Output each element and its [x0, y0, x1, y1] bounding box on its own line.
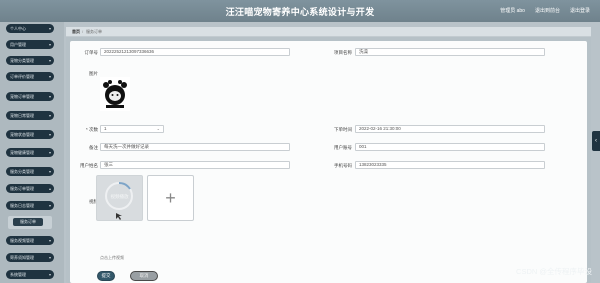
top-header: 汪汪喵宠物寄养中心系统设计与开发 管理员 abo 退出到前台 退出登录 — [0, 0, 600, 22]
user-name-field[interactable]: 张三 — [100, 161, 290, 169]
sidebar-item-label: 服务视频管理 — [10, 238, 34, 243]
collapse-panel-icon[interactable]: ‹ — [592, 131, 600, 151]
sidebar-item-order-review[interactable]: 订单评价管理 ▾ — [6, 72, 54, 81]
form-card: 订单号 20222521213097336636 项目名称 洗澡 图片 * 次数… — [70, 41, 587, 283]
service-name-field[interactable]: 洗澡 — [355, 48, 545, 56]
sidebar-item-pet-health[interactable]: 宠物健康管理 ▾ — [6, 148, 54, 157]
chevron-down-icon: ▾ — [48, 255, 51, 260]
pet-image — [103, 80, 127, 108]
sidebar-item-label: 订单评价管理 — [10, 74, 34, 79]
cancel-button[interactable]: 取消 — [130, 271, 158, 281]
sidebar-item-pet-daily[interactable]: 宠物日常管理 ▾ — [6, 111, 54, 120]
chevron-down-icon: ▾ — [48, 203, 51, 208]
breadcrumb-home[interactable]: 首页 — [72, 29, 80, 35]
count-value: 1 — [104, 126, 107, 131]
breadcrumb-separator: / — [82, 29, 84, 34]
sidebar-item-label: 寄养须知管理 — [10, 255, 34, 260]
video-preview[interactable]: 视频播放 — [96, 175, 143, 221]
count-label: * 次数 — [85, 127, 98, 132]
sidebar-item-label: 用户管理 — [10, 42, 26, 47]
sidebar-item-notice[interactable]: 寄养须知管理 ▾ — [6, 253, 54, 262]
user-label: 管理员 abo — [500, 8, 525, 14]
watermark: CSDN @全传程序毕设 — [516, 267, 592, 276]
sidebar-item-service-order[interactable]: 服务订单管理 ▴ — [6, 184, 54, 193]
sidebar-item-service-category[interactable]: 服务分类管理 ▾ — [6, 167, 54, 176]
phone-label: 手机号码 — [334, 163, 352, 168]
sidebar-item-service-video[interactable]: 服务视频管理 ▾ — [6, 236, 54, 245]
sidebar-item-system[interactable]: 系统管理 ▾ — [6, 270, 54, 279]
chevron-down-icon: ▾ — [48, 94, 51, 99]
sidebar-item-label: 服务订单管理 — [10, 186, 34, 191]
sidebar-item-personal-center[interactable]: 个人中心 ▾ — [6, 24, 54, 33]
order-time-label: 下单时间 — [334, 127, 352, 132]
video-upload-button[interactable]: + — [147, 175, 194, 221]
sidebar-item-label: 宠物健康管理 — [10, 150, 34, 155]
sidebar-item-pet-order[interactable]: 宠物订单管理 ▾ — [6, 92, 54, 101]
submit-button[interactable]: 提交 — [97, 271, 115, 281]
chevron-down-icon: ▾ — [48, 26, 51, 31]
pet-picture — [100, 77, 130, 111]
chevron-up-icon: ▴ — [48, 186, 51, 191]
sidebar-item-label: 宠物分类管理 — [10, 58, 34, 63]
chevron-down-icon: ▾ — [48, 74, 51, 79]
sidebar-item-label: 服务日志管理 — [10, 203, 34, 208]
sidebar-item-label: 宠物订单管理 — [10, 94, 34, 99]
sidebar-item-label: 宠物状态管理 — [10, 132, 34, 137]
sidebar-item-service-log[interactable]: 服务日志管理 ▾ — [6, 201, 54, 210]
user-account-label: 用户账号 — [334, 145, 352, 150]
chevron-down-icon: ▾ — [48, 169, 51, 174]
order-no-field[interactable]: 20222521213097336636 — [100, 48, 290, 56]
user-account-field[interactable]: 001 — [355, 143, 545, 151]
order-no-label: 订单号 — [84, 50, 99, 55]
sidebar-item-label: 服务分类管理 — [10, 169, 34, 174]
picture-label: 图片 — [89, 71, 98, 76]
user-name-label: 用户姓名 — [80, 163, 98, 168]
phone-field[interactable]: 13823023335 — [355, 161, 545, 169]
order-time-field[interactable]: 2022-02-16 21:30:00 — [355, 125, 545, 133]
chevron-down-icon: ▾ — [48, 132, 51, 137]
logout-link[interactable]: 退出登录 — [570, 7, 590, 14]
sidebar-item-users[interactable]: 用户管理 ▾ — [6, 40, 54, 49]
sidebar-item-pet-category[interactable]: 宠物分类管理 ▾ — [6, 56, 54, 65]
service-name-label: 项目名称 — [334, 50, 352, 55]
chevron-down-icon: ▾ — [48, 42, 51, 47]
count-select[interactable]: 1 ⌄ — [100, 125, 164, 133]
sidebar-item-pet-status[interactable]: 宠物状态管理 ▾ — [6, 130, 54, 139]
breadcrumb-current: 服务订单 — [86, 29, 102, 34]
sidebar: 个人中心 ▾ 用户管理 ▾ 宠物分类管理 ▾ 订单评价管理 ▾ 宠物订单管理 ▾ 宠物日常… — [0, 22, 64, 283]
sidebar-item-label: 宠物日常管理 — [10, 113, 34, 118]
breadcrumb: 首页 / 服务订单 — [66, 27, 591, 37]
chevron-down-icon: ▾ — [48, 238, 51, 243]
remark-field[interactable]: 每天洗一次并做好记录 — [100, 143, 290, 151]
sidebar-item-label: 系统管理 — [10, 272, 26, 277]
main-panel: 首页 / 服务订单 订单号 20222521213097336636 项目名称 … — [66, 27, 591, 283]
sidebar-item-label: 个人中心 — [10, 26, 26, 31]
chevron-down-icon: ▾ — [48, 272, 51, 277]
chevron-down-icon: ⌄ — [156, 126, 160, 131]
video-play-label: 视频播放 — [110, 194, 129, 199]
header-links: 管理员 abo 退出到前台 退出登录 — [500, 7, 590, 14]
upload-hint: 点击上传视频 — [100, 255, 124, 260]
plus-icon: + — [165, 188, 176, 208]
sidebar-subitem-service-order[interactable]: 服务订单 — [13, 218, 43, 226]
chevron-down-icon: ▾ — [48, 58, 51, 63]
chevron-down-icon: ▾ — [48, 113, 51, 118]
remark-label: 备注 — [89, 145, 98, 150]
exit-to-front-link[interactable]: 退出到前台 — [535, 7, 560, 14]
chevron-down-icon: ▾ — [48, 150, 51, 155]
